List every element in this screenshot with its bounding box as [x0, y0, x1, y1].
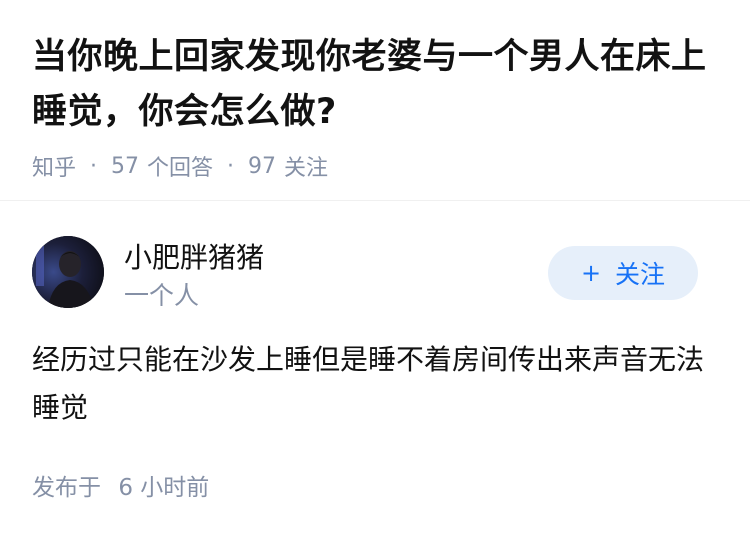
question-title[interactable]: 当你晚上回家发现你老婆与一个男人在床上睡觉，你会怎么做?	[32, 30, 722, 140]
follow-button-label: 关注	[615, 260, 666, 289]
author-name[interactable]: 小肥胖猪猪	[124, 236, 264, 276]
follow-count: 97	[248, 153, 277, 179]
question-meta: 知乎 · 57 个回答 · 97 关注	[32, 150, 722, 182]
divider	[0, 200, 750, 201]
source-label[interactable]: 知乎	[32, 150, 76, 182]
separator-dot: ·	[90, 153, 98, 179]
post-time-value: 6 小时前	[118, 475, 210, 501]
answer-content[interactable]: 经历过只能在沙发上睡但是睡不着房间传出来声音无法睡觉	[32, 336, 722, 432]
author-bio: 一个人	[124, 281, 200, 310]
question-header: 当你晚上回家发现你老婆与一个男人在床上睡觉，你会怎么做? 知乎 · 57 个回答…	[32, 30, 722, 182]
answer-count-label: 个回答	[147, 156, 214, 181]
post-time-prefix: 发布于	[32, 475, 101, 501]
avatar[interactable]	[32, 236, 104, 308]
answer-count: 57	[111, 153, 140, 179]
post-time: 发布于 6 小时前	[32, 468, 209, 502]
avatar-image	[32, 236, 104, 308]
separator-dot: ·	[227, 153, 235, 179]
follow-button[interactable]: + 关注	[548, 246, 698, 300]
plus-icon: +	[580, 259, 602, 287]
follow-count-label: 关注	[284, 156, 329, 181]
